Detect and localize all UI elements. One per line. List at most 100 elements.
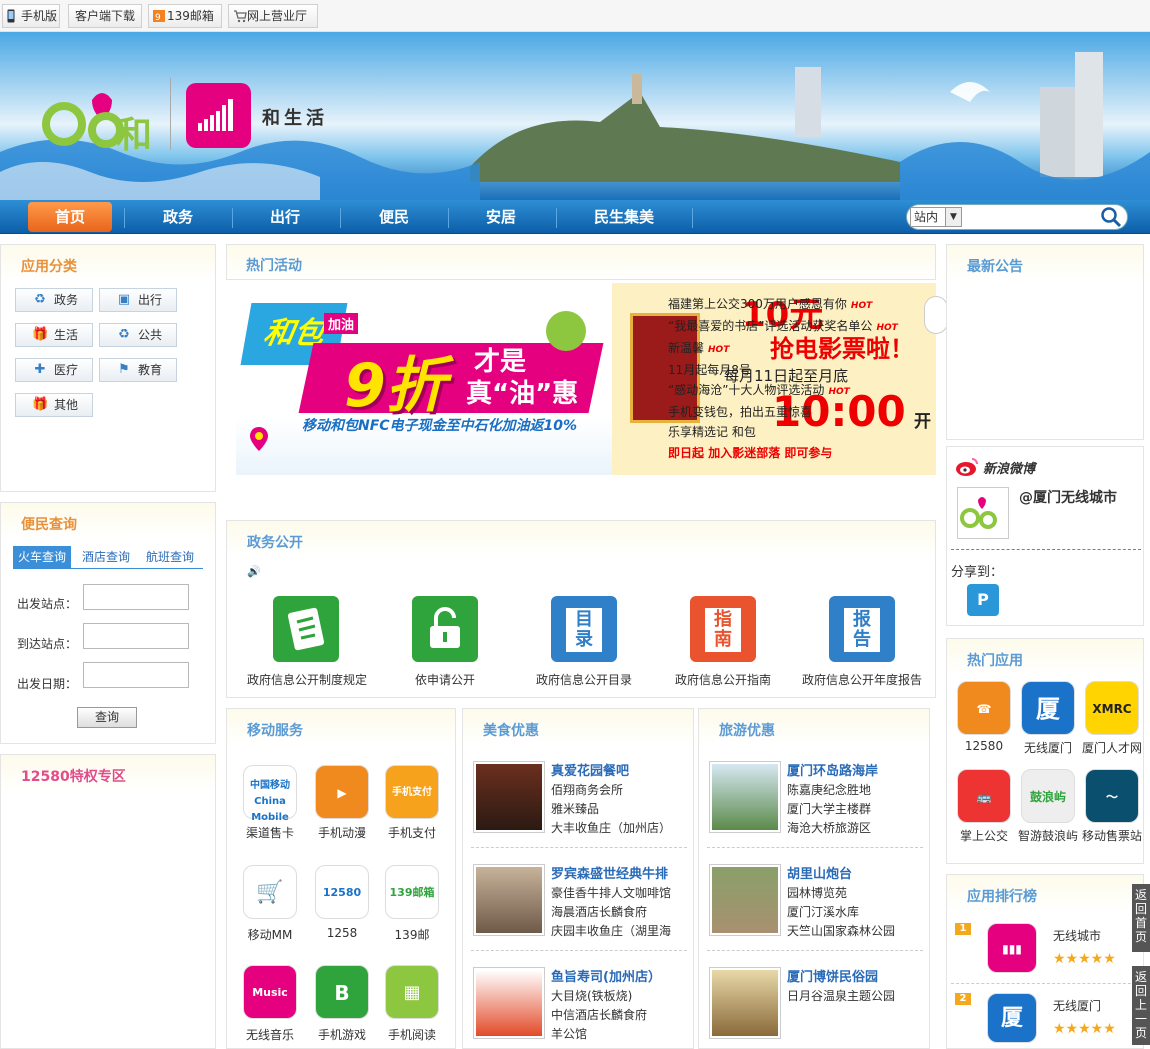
scenic-line[interactable]: 天竺山国家森林公园 <box>787 922 895 939</box>
weibo-account[interactable]: @厦门无线城市 <box>1019 487 1117 507</box>
category-travel-button[interactable]: ▣ 出行 <box>99 288 177 312</box>
restaurant-name[interactable]: 真爱花园餐吧 <box>551 760 629 779</box>
comic-icon[interactable]: ▶ <box>315 765 369 819</box>
query-button[interactable]: 查询 <box>77 707 137 728</box>
scenic-name[interactable]: 胡里山炮台 <box>787 863 852 882</box>
scenic-line[interactable]: 园林博览苑 <box>787 884 847 901</box>
depart-station-input[interactable] <box>83 584 189 610</box>
tab-flight[interactable]: 航班查询 <box>141 546 199 568</box>
search-icon[interactable] <box>1100 206 1122 228</box>
scenic-image[interactable] <box>709 864 781 936</box>
rule-icon[interactable] <box>273 596 339 662</box>
scenic-line[interactable]: 厦门汀溪水库 <box>787 903 859 920</box>
restaurant-line[interactable]: 大丰收鱼庄（加州店） <box>551 819 671 836</box>
app-label[interactable]: 移动MM <box>230 926 310 943</box>
restaurant-line[interactable]: 雅米臻品 <box>551 800 599 817</box>
category-education-button[interactable]: ⚑ 教育 <box>99 358 177 382</box>
category-medical-button[interactable]: ✚ 医疗 <box>15 358 93 382</box>
search-input[interactable] <box>964 207 1094 227</box>
restaurant-name[interactable]: 鱼旨寿司(加州店） <box>551 966 661 985</box>
restaurant-line[interactable]: 海晨酒店长麟食府 <box>551 903 647 920</box>
restaurant-image[interactable] <box>473 967 545 1039</box>
scenic-name[interactable]: 厦门环岛路海岸 <box>787 760 878 779</box>
mail-139-link[interactable]: 9 139邮箱 <box>148 4 222 28</box>
depart-date-input[interactable] <box>83 662 189 688</box>
scenic-line[interactable]: 厦门大学主楼群 <box>787 800 871 817</box>
scenic-name[interactable]: 厦门博饼民俗园 <box>787 966 878 985</box>
restaurant-line[interactable]: 庆园丰收鱼庄（湖里海 <box>551 922 671 939</box>
nav-item-home[interactable]: 首页 <box>25 200 115 234</box>
scenic-line[interactable]: 陈嘉庚纪念胜地 <box>787 781 871 798</box>
ticket-icon[interactable]: 〜 <box>1085 769 1139 823</box>
scenic-image[interactable] <box>709 967 781 1039</box>
category-public-button[interactable]: ♻ 公共 <box>99 323 177 347</box>
arrive-station-input[interactable] <box>83 623 189 649</box>
music-icon[interactable]: Music <box>243 965 297 1019</box>
restaurant-image[interactable] <box>473 761 545 833</box>
report-icon[interactable]: 报告 <box>829 596 895 662</box>
app-label[interactable]: 手机动漫 <box>302 824 382 841</box>
nav-item-travel[interactable]: 出行 <box>240 200 330 234</box>
category-gov-button[interactable]: ♻ 政务 <box>15 288 93 312</box>
app-label[interactable]: 手机阅读 <box>372 1026 452 1043</box>
restaurant-image[interactable] <box>473 864 545 936</box>
rank-app-name[interactable]: 无线厦门 <box>1053 997 1101 1014</box>
game-icon[interactable]: B <box>315 965 369 1019</box>
gov-item-label[interactable]: 政府信息公开指南 <box>653 671 793 688</box>
gov-item-label[interactable]: 政府信息公开制度规定 <box>237 671 377 688</box>
nav-item-gov[interactable]: 政务 <box>133 200 223 234</box>
scenic-line[interactable]: 海沧大桥旅游区 <box>787 819 871 836</box>
restaurant-line[interactable]: 中信酒店长麟食府 <box>551 1006 647 1023</box>
list-item[interactable]: 新温馨 HOT <box>668 338 936 360</box>
restaurant-line[interactable]: 大目烧(铁板烧) <box>551 987 632 1004</box>
app-label[interactable]: 移动售票站 <box>1072 827 1150 844</box>
wireless-city-icon[interactable]: ▮▮▮ <box>987 923 1037 973</box>
gulangyu-icon[interactable]: 鼓浪屿 <box>1021 769 1075 823</box>
promo-banner-nfc[interactable]: 和包 加油 9折 才是 真“油”惠 移动和包NFC电子现金至中石化加油返10% <box>236 283 612 475</box>
app-label[interactable]: 139邮 <box>372 926 452 943</box>
nav-item-housing[interactable]: 安居 <box>456 200 546 234</box>
app-1258-icon[interactable]: 12580 <box>315 865 369 919</box>
category-other-button[interactable]: 🎁 其他 <box>15 393 93 417</box>
xmrc-icon[interactable]: XMRC <box>1085 681 1139 735</box>
list-item[interactable]: “我最喜爱的书店”评选活动获奖名单公 HOT <box>668 316 936 338</box>
scenic-line[interactable]: 日月谷温泉主题公园 <box>787 987 895 1004</box>
online-hall-link[interactable]: 网上营业厅 <box>228 4 318 28</box>
mobile-pay-icon[interactable]: 手机支付 <box>385 765 439 819</box>
carousel-next-button[interactable] <box>924 296 948 334</box>
rank-app-name[interactable]: 无线城市 <box>1053 927 1101 944</box>
back-to-home-tab[interactable]: 返回首页 <box>1132 884 1150 952</box>
app-label[interactable]: 无线音乐 <box>230 1026 310 1043</box>
restaurant-name[interactable]: 罗宾森盛世经典牛排 <box>551 863 668 882</box>
gov-item-label[interactable]: 政府信息公开目录 <box>514 671 654 688</box>
gov-item-label[interactable]: 政府信息公开年度报告 <box>792 671 932 688</box>
tencent-share-icon[interactable]: P <box>967 584 999 616</box>
list-item[interactable]: 11月起每月8号 <box>668 360 936 380</box>
unlock-icon[interactable] <box>412 596 478 662</box>
app-12580-icon[interactable]: ☎ <box>957 681 1011 735</box>
back-to-prev-tab[interactable]: 返回上一页 <box>1132 966 1150 1045</box>
catalog-icon[interactable]: 目录 <box>551 596 617 662</box>
guide-icon[interactable]: 指南 <box>690 596 756 662</box>
client-download-link[interactable]: 客户端下载 <box>68 4 142 28</box>
list-item[interactable]: 乐享精选记 和包 <box>668 422 936 442</box>
list-item[interactable]: “感动海沧”十大人物评选活动 HOT <box>668 380 936 402</box>
list-item[interactable]: 福建第上公交300万用户感恩有你 HOT <box>668 294 936 316</box>
wireless-xiamen-icon[interactable]: 厦 <box>987 993 1037 1043</box>
category-life-button[interactable]: 🎁 生活 <box>15 323 93 347</box>
app-label[interactable]: 1258 <box>302 926 382 940</box>
mobile-version-link[interactable]: 手机版 <box>2 4 60 28</box>
search-scope-select[interactable]: 站内 ▼ <box>910 207 962 227</box>
restaurant-line[interactable]: 豪佳香牛排人文咖啡馆 <box>551 884 671 901</box>
gov-item-label[interactable]: 依申请公开 <box>375 671 515 688</box>
app-label[interactable]: 厦门人才网 <box>1072 739 1150 756</box>
mm-cart-icon[interactable]: 🛒 <box>243 865 297 919</box>
app-label[interactable]: 手机支付 <box>372 824 452 841</box>
app-label[interactable]: 渠道售卡 <box>230 824 310 841</box>
tab-hotel[interactable]: 酒店查询 <box>77 546 135 568</box>
scenic-image[interactable] <box>709 761 781 833</box>
nav-item-jimei[interactable]: 民生集美 <box>574 200 674 234</box>
bus-icon[interactable]: 🚌 <box>957 769 1011 823</box>
app-label[interactable]: 手机游戏 <box>302 1026 382 1043</box>
reading-icon[interactable]: ▦ <box>385 965 439 1019</box>
